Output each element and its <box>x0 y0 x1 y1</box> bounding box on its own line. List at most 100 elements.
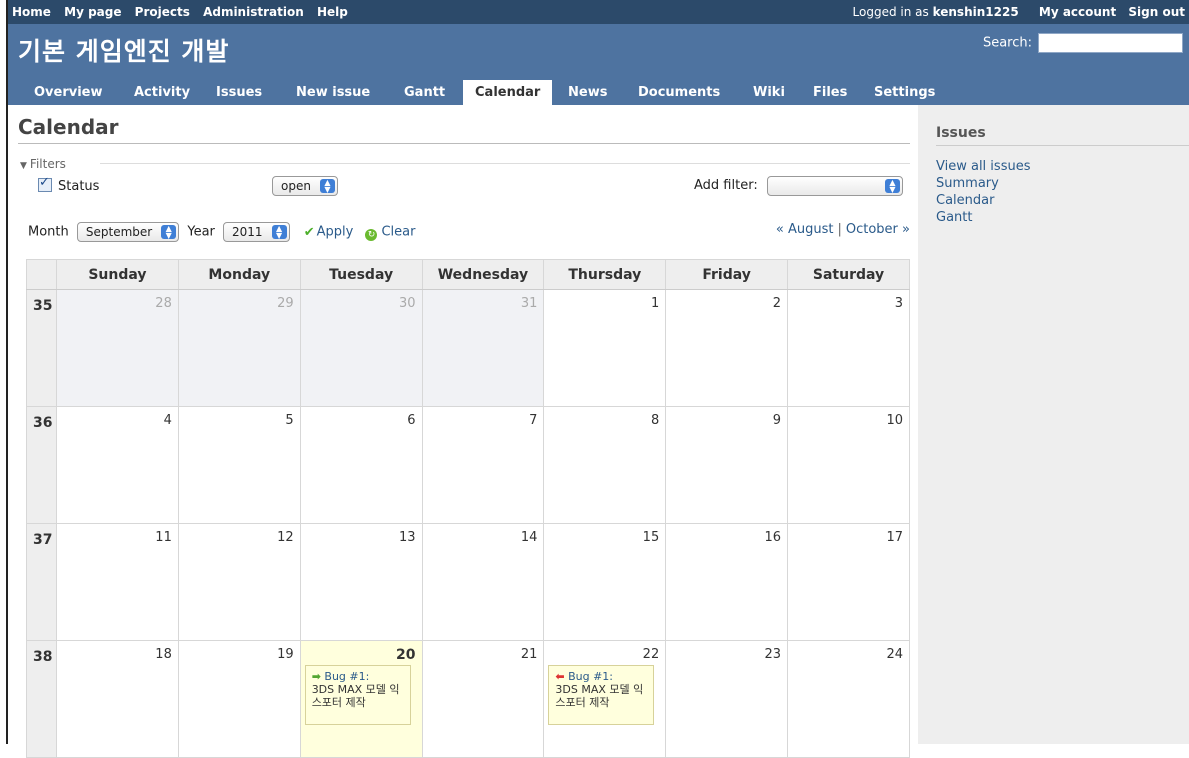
calendar-day-cell: 30 <box>299 289 423 407</box>
project-title: 기본 게임엔진 개발 <box>18 37 230 66</box>
sidebar-link-view-all-issues[interactable]: View all issues <box>936 158 1030 175</box>
sidebar-link-calendar[interactable]: Calendar <box>936 192 1030 209</box>
month-select[interactable]: September ▲ ▼ <box>76 222 180 242</box>
weekday-header: Friday <box>665 259 789 290</box>
clear-link[interactable]: Clear <box>381 225 415 240</box>
add-filter-select[interactable]: ▲ ▼ <box>767 176 903 196</box>
status-filter: Status <box>38 175 99 194</box>
issue-end-entry[interactable]: ⬅ Bug #1: 3DS MAX 모델 익스포터 제작 <box>548 665 655 725</box>
year-select[interactable]: 2011 ▲ ▼ <box>223 222 290 242</box>
tab-activity[interactable]: Activity <box>134 85 190 100</box>
calendar-day-cell: 9 <box>665 406 789 524</box>
search-input[interactable] <box>1038 33 1183 53</box>
sidebar-link-summary[interactable]: Summary <box>936 175 1030 192</box>
calendar-day-cell: 18 <box>56 640 179 758</box>
sidebar: Issues View all issues Summary Calendar … <box>918 105 1189 744</box>
day-number: 16 <box>764 530 782 545</box>
top-menu-my-page[interactable]: My page <box>64 5 121 19</box>
window-border <box>0 0 8 744</box>
tab-documents[interactable]: Documents <box>638 85 720 100</box>
app: Home My page Projects Administration Hel… <box>8 0 1189 758</box>
tab-overview[interactable]: Overview <box>34 85 103 100</box>
weekday-header: Sunday <box>56 259 179 290</box>
calendar-day-cell: 29 <box>177 289 301 407</box>
weekday-header: Thursday <box>543 259 667 290</box>
day-number: 10 <box>886 413 903 428</box>
day-number: 1 <box>650 296 660 311</box>
tab-new-issue[interactable]: New issue <box>296 85 370 100</box>
user-link[interactable]: kenshin1225 <box>933 5 1019 19</box>
calendar-day-cell-today: 20 ➡ Bug #1: 3DS MAX 모델 익스포터 제작 <box>299 640 423 758</box>
apply-link[interactable]: Apply <box>317 225 354 240</box>
week-number: 35 <box>26 289 57 407</box>
select-arrows-icon: ▲ ▼ <box>161 225 177 240</box>
calendar-week-row: 38 18 19 20 ➡ Bug #1: 3DS MAX 모델 익스포터 제작… <box>26 640 910 758</box>
day-number: 7 <box>529 413 538 428</box>
day-number: 5 <box>285 413 294 428</box>
tab-news[interactable]: News <box>568 85 607 100</box>
issue-link[interactable]: Bug #1: <box>568 670 613 683</box>
top-menu-help[interactable]: Help <box>317 5 348 19</box>
calendar-week-row: 35 28 29 30 31 1 2 3 <box>26 289 910 407</box>
day-number: 12 <box>277 530 294 545</box>
calendar-day-cell: 6 <box>299 406 423 524</box>
day-number: 6 <box>407 413 416 428</box>
day-number: 21 <box>520 647 538 662</box>
weekday-header: Monday <box>177 259 301 290</box>
tab-gantt[interactable]: Gantt <box>404 85 445 100</box>
calendar-day-cell: 21 <box>421 640 545 758</box>
arrow-left-icon: ⬅ <box>555 670 565 683</box>
sidebar-link-gantt[interactable]: Gantt <box>936 209 1030 226</box>
month-label: Month <box>28 224 69 240</box>
issue-link[interactable]: Bug #1: <box>324 670 369 683</box>
select-arrows-icon: ▲ ▼ <box>885 179 900 194</box>
issue-subject: 3DS MAX 모델 익스포터 제작 <box>555 683 644 709</box>
tab-calendar[interactable]: Calendar <box>463 80 553 105</box>
calendar-day-cell: 5 <box>177 406 301 524</box>
tab-wiki[interactable]: Wiki <box>753 85 785 100</box>
checkmark-icon: ✔ <box>303 224 315 240</box>
tab-issues[interactable]: Issues <box>216 85 262 100</box>
search-area: Search: <box>983 33 1183 53</box>
weekday-header-row: Sunday Monday Tuesday Wednesday Thursday… <box>26 259 910 290</box>
status-operator-select[interactable]: open ▲ ▼ <box>272 176 338 196</box>
day-number: 11 <box>155 530 172 545</box>
status-checkbox[interactable] <box>38 175 52 192</box>
month-navigation: « August | October » <box>775 222 910 237</box>
tab-files[interactable]: Files <box>813 85 847 100</box>
sign-out-link[interactable]: Sign out <box>1128 5 1185 19</box>
week-number: 36 <box>26 406 57 524</box>
day-number: 30 <box>398 296 416 311</box>
calendar-day-cell: 3 <box>787 289 910 407</box>
add-filter-label: Add filter: <box>694 178 758 193</box>
calendar-day-cell: 19 <box>177 640 301 758</box>
select-arrows-icon: ▲ ▼ <box>319 179 335 194</box>
calendar-day-cell: 15 <box>543 523 667 641</box>
next-month-link[interactable]: October » <box>846 222 910 237</box>
calendar-day-cell: 22 ⬅ Bug #1: 3DS MAX 모델 익스포터 제작 <box>543 640 667 758</box>
sidebar-divider <box>936 145 1189 146</box>
calendar-week-row: 36 4 5 6 7 8 9 10 <box>26 406 910 524</box>
top-menu-home[interactable]: Home <box>12 5 51 19</box>
filters-toggle[interactable]: ▼ Filters <box>20 157 66 171</box>
calendar-day-cell: 31 <box>421 289 545 407</box>
day-number: 2 <box>772 296 782 311</box>
tab-settings[interactable]: Settings <box>874 85 935 100</box>
calendar-day-cell: 28 <box>56 289 179 407</box>
top-menu-projects[interactable]: Projects <box>135 5 190 19</box>
collapse-triangle-icon: ▼ <box>20 161 27 171</box>
calendar-day-cell: 2 <box>665 289 789 407</box>
day-number: 22 <box>642 647 660 662</box>
previous-month-link[interactable]: « August <box>776 222 834 237</box>
day-number: 28 <box>155 296 172 311</box>
day-number: 24 <box>886 647 903 662</box>
my-account-link[interactable]: My account <box>1039 5 1116 19</box>
page-title: Calendar <box>18 115 119 139</box>
weekday-header: Tuesday <box>299 259 423 290</box>
filters-divider <box>100 163 910 164</box>
top-menu-administration[interactable]: Administration <box>203 5 304 19</box>
day-number: 20 <box>396 647 416 663</box>
issue-start-entry[interactable]: ➡ Bug #1: 3DS MAX 모델 익스포터 제작 <box>304 665 411 725</box>
day-number: 8 <box>650 413 660 428</box>
day-number: 13 <box>398 530 416 545</box>
